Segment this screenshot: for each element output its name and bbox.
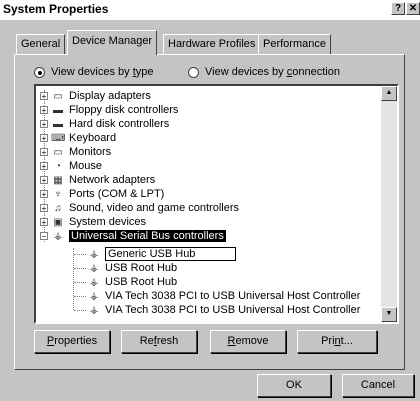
expand-toggle-icon[interactable]: + bbox=[40, 106, 48, 115]
usb-icon: ⚶ bbox=[89, 276, 99, 288]
tab-general[interactable]: General bbox=[16, 34, 66, 54]
expand-toggle-icon[interactable]: + bbox=[40, 218, 48, 227]
print-button[interactable]: Print... bbox=[297, 330, 377, 353]
tree-usb-device-item[interactable]: ⚶ VIA Tech 3038 PCI to USB Universal Host… bbox=[87, 303, 361, 317]
tab-hardware-profiles[interactable]: Hardware Profiles bbox=[163, 34, 261, 54]
tree-category-item[interactable]: − ⚶ Universal Serial Bus controllers bbox=[40, 229, 226, 243]
tree-item-label: Generic USB Hub bbox=[105, 247, 237, 261]
tree-item-label: Monitors bbox=[69, 146, 112, 158]
refresh-button[interactable]: Refresh bbox=[121, 330, 197, 353]
tree-item-label: Ports (COM & LPT) bbox=[69, 188, 165, 200]
tree-item-label: Network adapters bbox=[69, 174, 156, 186]
tab-device-manager[interactable]: Device Manager bbox=[67, 30, 158, 55]
tree-category-item[interactable]: + ♆ Ports (COM & LPT) bbox=[40, 187, 164, 201]
tree-category-item[interactable]: + ◔ Mouse bbox=[40, 159, 102, 173]
tree-scrollbar[interactable]: ▲ ▼ bbox=[381, 86, 397, 322]
expand-toggle-icon[interactable]: − bbox=[40, 232, 48, 241]
window-title: System Properties bbox=[3, 2, 109, 16]
tree-item-label: USB Root Hub bbox=[105, 262, 178, 274]
expand-toggle-icon[interactable]: + bbox=[40, 162, 48, 171]
ok-button[interactable]: OK bbox=[257, 374, 331, 397]
system-properties-window: System Properties ? ✕ General Device Man… bbox=[0, 0, 420, 401]
tree-item-label: Keyboard bbox=[69, 132, 117, 144]
remove-button[interactable]: Remove bbox=[210, 330, 286, 353]
tree-item-label: Mouse bbox=[69, 160, 103, 172]
properties-button[interactable]: Properties bbox=[34, 330, 110, 353]
tab-performance[interactable]: Performance bbox=[258, 34, 331, 54]
disk-icon: ▬ bbox=[53, 118, 63, 130]
tree-category-item[interactable]: + ▬ Floppy disk controllers bbox=[40, 103, 178, 117]
expand-toggle-icon[interactable]: + bbox=[40, 134, 48, 143]
tree-item-label: Hard disk controllers bbox=[69, 118, 170, 130]
radio-dot-selected[interactable] bbox=[34, 66, 45, 78]
tree-category-item[interactable]: + ▦ Network adapters bbox=[40, 173, 155, 187]
help-button[interactable]: ? bbox=[391, 2, 405, 15]
tree-category-item[interactable]: + ▭ Display adapters bbox=[40, 89, 151, 103]
close-button[interactable]: ✕ bbox=[406, 2, 420, 15]
tree-item-label: VIA Tech 3038 PCI to USB Universal Host … bbox=[105, 290, 361, 302]
mouse-icon: ◔ bbox=[54, 160, 62, 172]
expand-toggle-icon[interactable]: + bbox=[40, 120, 48, 129]
tree-item-label: Display adapters bbox=[69, 90, 151, 102]
tree-usb-device-item[interactable]: ⚶ Generic USB Hub bbox=[87, 247, 237, 261]
sound-icon: ♫ bbox=[54, 202, 62, 214]
tree-usb-device-item[interactable]: ⚶ USB Root Hub bbox=[87, 261, 177, 275]
tree-usb-device-item[interactable]: ⚶ VIA Tech 3038 PCI to USB Universal Host… bbox=[87, 289, 361, 303]
cancel-button[interactable]: Cancel bbox=[342, 374, 414, 397]
expand-toggle-icon[interactable]: + bbox=[40, 92, 48, 101]
expand-toggle-icon[interactable]: + bbox=[40, 148, 48, 157]
expand-toggle-icon[interactable]: + bbox=[40, 190, 48, 199]
tree-category-item[interactable]: + ♫ Sound, video and game controllers bbox=[40, 201, 239, 215]
usb-icon: ⚶ bbox=[89, 248, 99, 260]
tree-category-item[interactable]: + ▬ Hard disk controllers bbox=[40, 117, 169, 131]
device-tree[interactable]: + ▭ Display adapters + ▬ Floppy disk controll… bbox=[34, 84, 399, 324]
tree-category-item[interactable]: + ⌨ Keyboard bbox=[40, 131, 116, 145]
scroll-down-button[interactable]: ▼ bbox=[381, 307, 397, 322]
radio-label-by-type: View devices by type bbox=[51, 66, 154, 78]
port-icon: ♆ bbox=[54, 188, 62, 200]
tree-item-label: VIA Tech 3038 PCI to USB Universal Host … bbox=[105, 304, 361, 316]
monitor-icon: ▭ bbox=[53, 90, 63, 102]
network-icon: ▦ bbox=[53, 174, 63, 186]
radio-dot[interactable] bbox=[188, 66, 199, 78]
disk-icon: ▬ bbox=[53, 104, 63, 116]
tree-item-label: USB Root Hub bbox=[105, 276, 178, 288]
title-bar: System Properties ? ✕ bbox=[0, 0, 420, 20]
monitor-icon: ▭ bbox=[53, 146, 63, 158]
usb-icon: ⚶ bbox=[89, 304, 99, 316]
usb-icon: ⚶ bbox=[53, 230, 63, 242]
tree-usb-device-item[interactable]: ⚶ USB Root Hub bbox=[87, 275, 177, 289]
scroll-up-button[interactable]: ▲ bbox=[381, 86, 397, 101]
tree-item-label: Sound, video and game controllers bbox=[69, 202, 239, 214]
usb-icon: ⚶ bbox=[89, 262, 99, 274]
tree-category-item[interactable]: + ▭ Monitors bbox=[40, 145, 111, 159]
system-icon: ▣ bbox=[53, 216, 63, 228]
tree-item-label: Universal Serial Bus controllers bbox=[69, 230, 226, 242]
usb-icon: ⚶ bbox=[89, 290, 99, 302]
expand-toggle-icon[interactable]: + bbox=[40, 204, 48, 213]
keyboard-icon: ⌨ bbox=[51, 132, 66, 144]
tree-item-label: System devices bbox=[69, 216, 147, 228]
radio-label-by-connection: View devices by connection bbox=[205, 66, 340, 78]
radio-view-by-type[interactable]: View devices by type bbox=[34, 65, 154, 79]
tree-category-item[interactable]: + ▣ System devices bbox=[40, 215, 146, 229]
radio-view-by-connection[interactable]: View devices by connection bbox=[188, 65, 340, 79]
tree-item-label: Floppy disk controllers bbox=[69, 104, 179, 116]
expand-toggle-icon[interactable]: + bbox=[40, 176, 48, 185]
